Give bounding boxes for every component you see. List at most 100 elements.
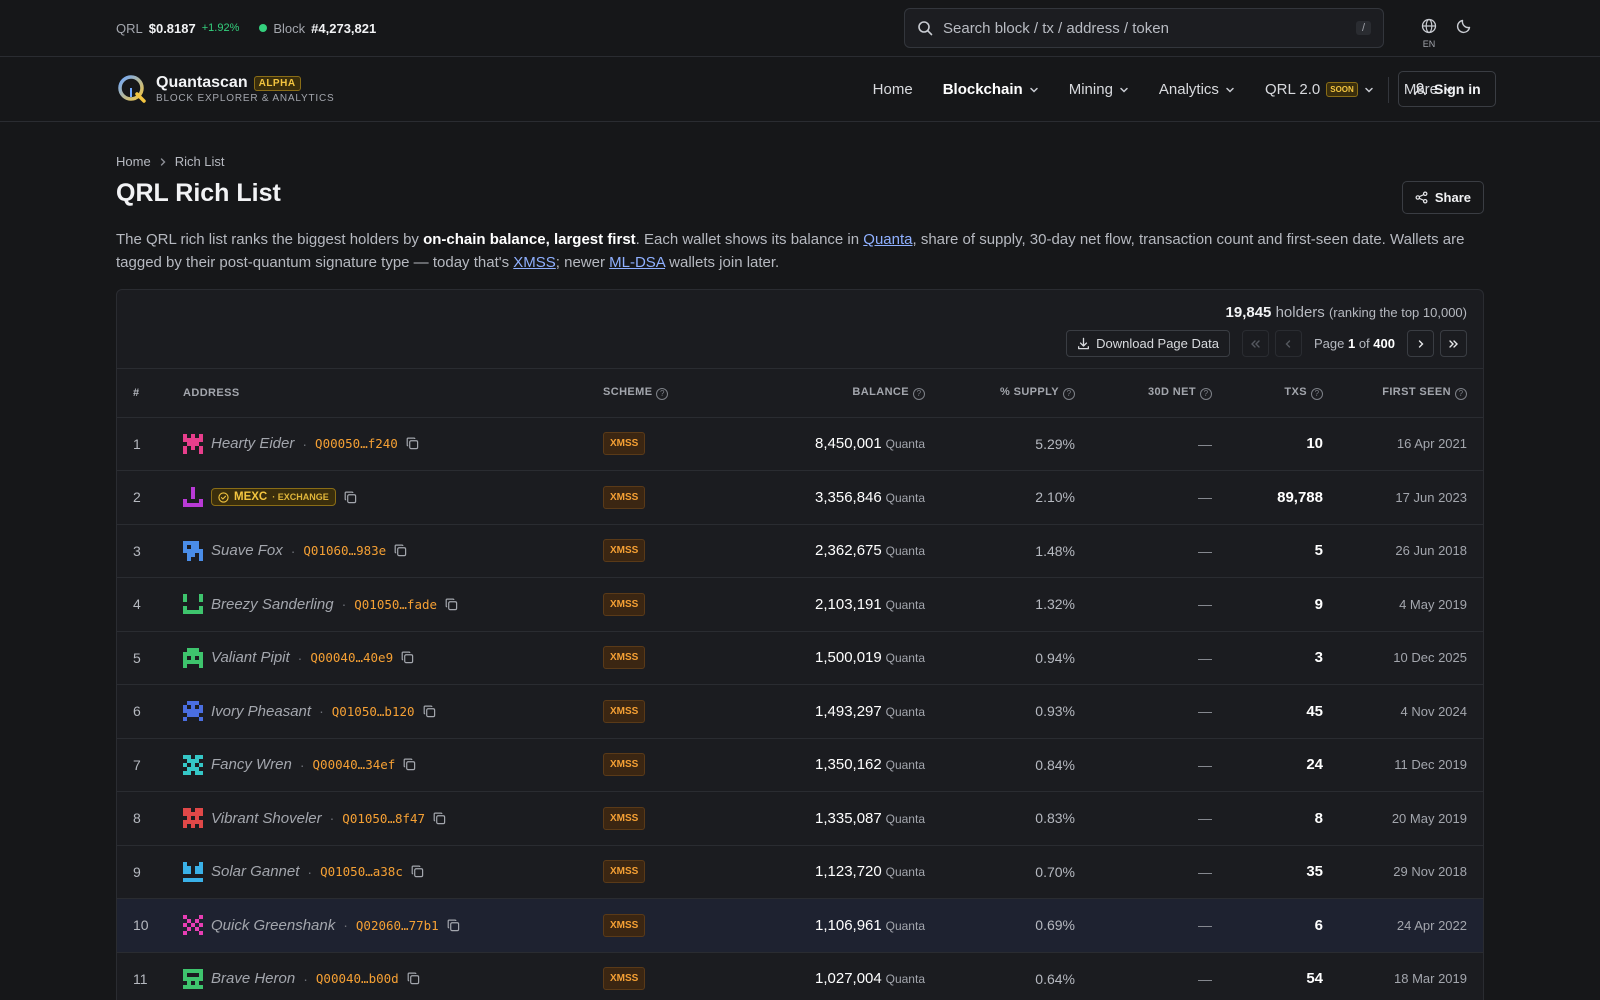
address-hash[interactable]: Q02060…77b1 [356, 918, 439, 933]
wallet-name[interactable]: Fancy Wren [211, 756, 292, 773]
col-txs[interactable]: TXS? [1212, 369, 1323, 418]
copy-icon[interactable] [401, 651, 414, 664]
balance-value: 2,362,675 [815, 542, 882, 560]
wallet-name[interactable]: Suave Fox [211, 542, 283, 559]
address-hash[interactable]: Q01060…983e [303, 543, 386, 558]
copy-icon[interactable] [445, 598, 458, 611]
copy-icon[interactable] [344, 491, 357, 504]
txs-cell: 89,788 [1212, 470, 1323, 525]
balance-unit: Quanta [885, 437, 925, 452]
address-hash[interactable]: Q00040…34ef [313, 757, 396, 772]
identicon-avatar [183, 540, 203, 561]
help-icon[interactable]: ? [1063, 387, 1075, 400]
help-icon[interactable]: ? [656, 387, 669, 400]
col-scheme[interactable]: SCHEME? [603, 369, 793, 418]
copy-icon[interactable] [423, 705, 436, 718]
help-icon[interactable]: ? [1455, 387, 1467, 400]
help-icon[interactable]: ? [1311, 387, 1323, 400]
address-cell: Valiant Pipit · Q00040…40e9 [183, 631, 603, 685]
table-row[interactable]: 7 Fancy Wren · Q00040…34ef XMSS 1,350,162 Qua… [117, 738, 1483, 792]
status-dot-icon [259, 24, 268, 32]
address-hash[interactable]: Q01050…a38c [320, 864, 403, 879]
exchange-label[interactable]: MEXC · EXCHANGE [211, 488, 336, 507]
share-button[interactable]: Share [1401, 181, 1484, 214]
copy-icon[interactable] [407, 972, 420, 985]
xmss-link[interactable]: XMSS [513, 254, 556, 271]
nav-home-label: Home [872, 81, 913, 98]
theme-toggle[interactable] [1456, 18, 1472, 37]
table-row[interactable]: 1 Hearty Eider · Q00050…f240 XMSS 8,450,001 Q… [117, 417, 1483, 471]
table-row[interactable]: 11 Brave Heron · Q00040…b00d XMSS 1,027,004 Q… [117, 952, 1483, 1000]
table-row[interactable]: 4 Breezy Sanderling · Q01050…fade XMSS 2,103,… [117, 577, 1483, 632]
col-address[interactable]: ADDRESS [183, 369, 603, 418]
nav-analytics-label: Analytics [1158, 81, 1219, 98]
wallet-name[interactable]: Hearty Eider [211, 435, 294, 452]
table-row[interactable]: 10 Quick Greenshank · Q02060…77b1 XMSS 1,106,… [117, 898, 1483, 953]
txs-cell: 9 [1212, 577, 1323, 632]
page-title: QRL Rich List [116, 179, 281, 207]
table-row[interactable]: 5 Valiant Pipit · Q00040…40e9 XMSS 1,500,019 … [117, 631, 1483, 685]
col-first-seen[interactable]: FIRST SEEN? [1323, 369, 1483, 418]
wallet-name[interactable]: Ivory Pheasant [211, 703, 311, 720]
ticker-change: +1.92% [201, 22, 240, 34]
col-supply[interactable]: % SUPPLY? [925, 369, 1075, 418]
wallet-name[interactable]: Valiant Pipit [211, 649, 290, 666]
nav-analytics[interactable]: Analytics [1159, 81, 1235, 98]
wallet-name[interactable]: Brave Heron [211, 970, 295, 987]
col-balance[interactable]: BALANCE? [793, 369, 925, 418]
next-page-button[interactable] [1407, 330, 1434, 357]
globe-icon [1421, 18, 1437, 34]
table-row[interactable]: 6 Ivory Pheasant · Q01050…b120 XMSS 1,493,297… [117, 684, 1483, 739]
wallet-name[interactable]: Quick Greenshank [211, 917, 335, 934]
mldsa-link[interactable]: ML-DSA [609, 254, 665, 271]
address-hash[interactable]: Q01050…b120 [332, 704, 415, 719]
nav-blockchain[interactable]: Blockchain [943, 81, 1039, 98]
address-cell: Quick Greenshank · Q02060…77b1 [183, 898, 603, 953]
table-row[interactable]: 9 Solar Gannet · Q01050…a38c XMSS 1,123,720 Q… [117, 845, 1483, 899]
address-hash[interactable]: Q00040…b00d [316, 971, 399, 986]
help-icon[interactable]: ? [913, 387, 925, 400]
first-page-button[interactable] [1241, 330, 1269, 357]
first-seen-cell: 10 Dec 2025 [1323, 631, 1483, 685]
download-page-data-button[interactable]: Download Page Data [1066, 330, 1230, 357]
identicon-avatar [183, 754, 203, 775]
search-box[interactable]: / [904, 8, 1384, 48]
table-row[interactable]: 8 Vibrant Shoveler · Q01050…8f47 XMSS 1,335,0… [117, 791, 1483, 846]
last-page-button[interactable] [1440, 330, 1467, 357]
wallet-name[interactable]: Breezy Sanderling [211, 596, 334, 613]
pagination: Download Page Data Page 1 of 400 [1066, 330, 1467, 357]
nav-home[interactable]: Home [873, 81, 913, 98]
breadcrumb-home[interactable]: Home [116, 154, 151, 169]
copy-icon[interactable] [411, 865, 424, 878]
table-row[interactable]: 2 MEXC · EXCHANGE XMSS 3,356,846 Quanta 2.10%… [117, 470, 1483, 525]
prev-page-button[interactable] [1274, 330, 1302, 357]
txs-cell: 54 [1212, 952, 1323, 1000]
address-hash[interactable]: Q01050…8f47 [342, 811, 425, 826]
quanta-link[interactable]: Quanta [863, 231, 912, 248]
address-hash[interactable]: Q00040…40e9 [310, 650, 393, 665]
nav-mining[interactable]: Mining [1069, 81, 1129, 98]
language-switcher[interactable]: EN [1412, 18, 1446, 49]
copy-icon[interactable] [403, 758, 416, 771]
separator: · [341, 596, 347, 613]
sign-in-button[interactable]: Sign in [1398, 71, 1496, 107]
help-icon[interactable]: ? [1200, 387, 1212, 400]
search-input[interactable] [943, 19, 1356, 37]
wallet-name[interactable]: Solar Gannet [211, 863, 299, 880]
net30d-cell: — [1075, 470, 1212, 525]
balance-unit: Quanta [885, 651, 925, 666]
copy-icon[interactable] [394, 544, 407, 557]
nav-qrl2[interactable]: QRL 2.0 SOON [1265, 81, 1374, 98]
wallet-name[interactable]: Vibrant Shoveler [211, 810, 322, 827]
block-height[interactable]: #4,273,821 [311, 21, 376, 36]
address-hash[interactable]: Q00050…f240 [315, 436, 398, 451]
brand-logo-link[interactable]: Quantascan ALPHA BLOCK EXPLORER & ANALYTI… [116, 73, 334, 105]
search-icon [918, 21, 933, 36]
col-net30d[interactable]: 30D NET? [1075, 369, 1212, 418]
table-row[interactable]: 3 Suave Fox · Q01060…983e XMSS 2,362,675 Quan… [117, 524, 1483, 578]
address-hash[interactable]: Q01050…fade [354, 597, 437, 612]
copy-icon[interactable] [406, 437, 419, 450]
first-seen-cell: 17 Jun 2023 [1323, 470, 1483, 525]
copy-icon[interactable] [433, 812, 446, 825]
copy-icon[interactable] [447, 919, 460, 932]
